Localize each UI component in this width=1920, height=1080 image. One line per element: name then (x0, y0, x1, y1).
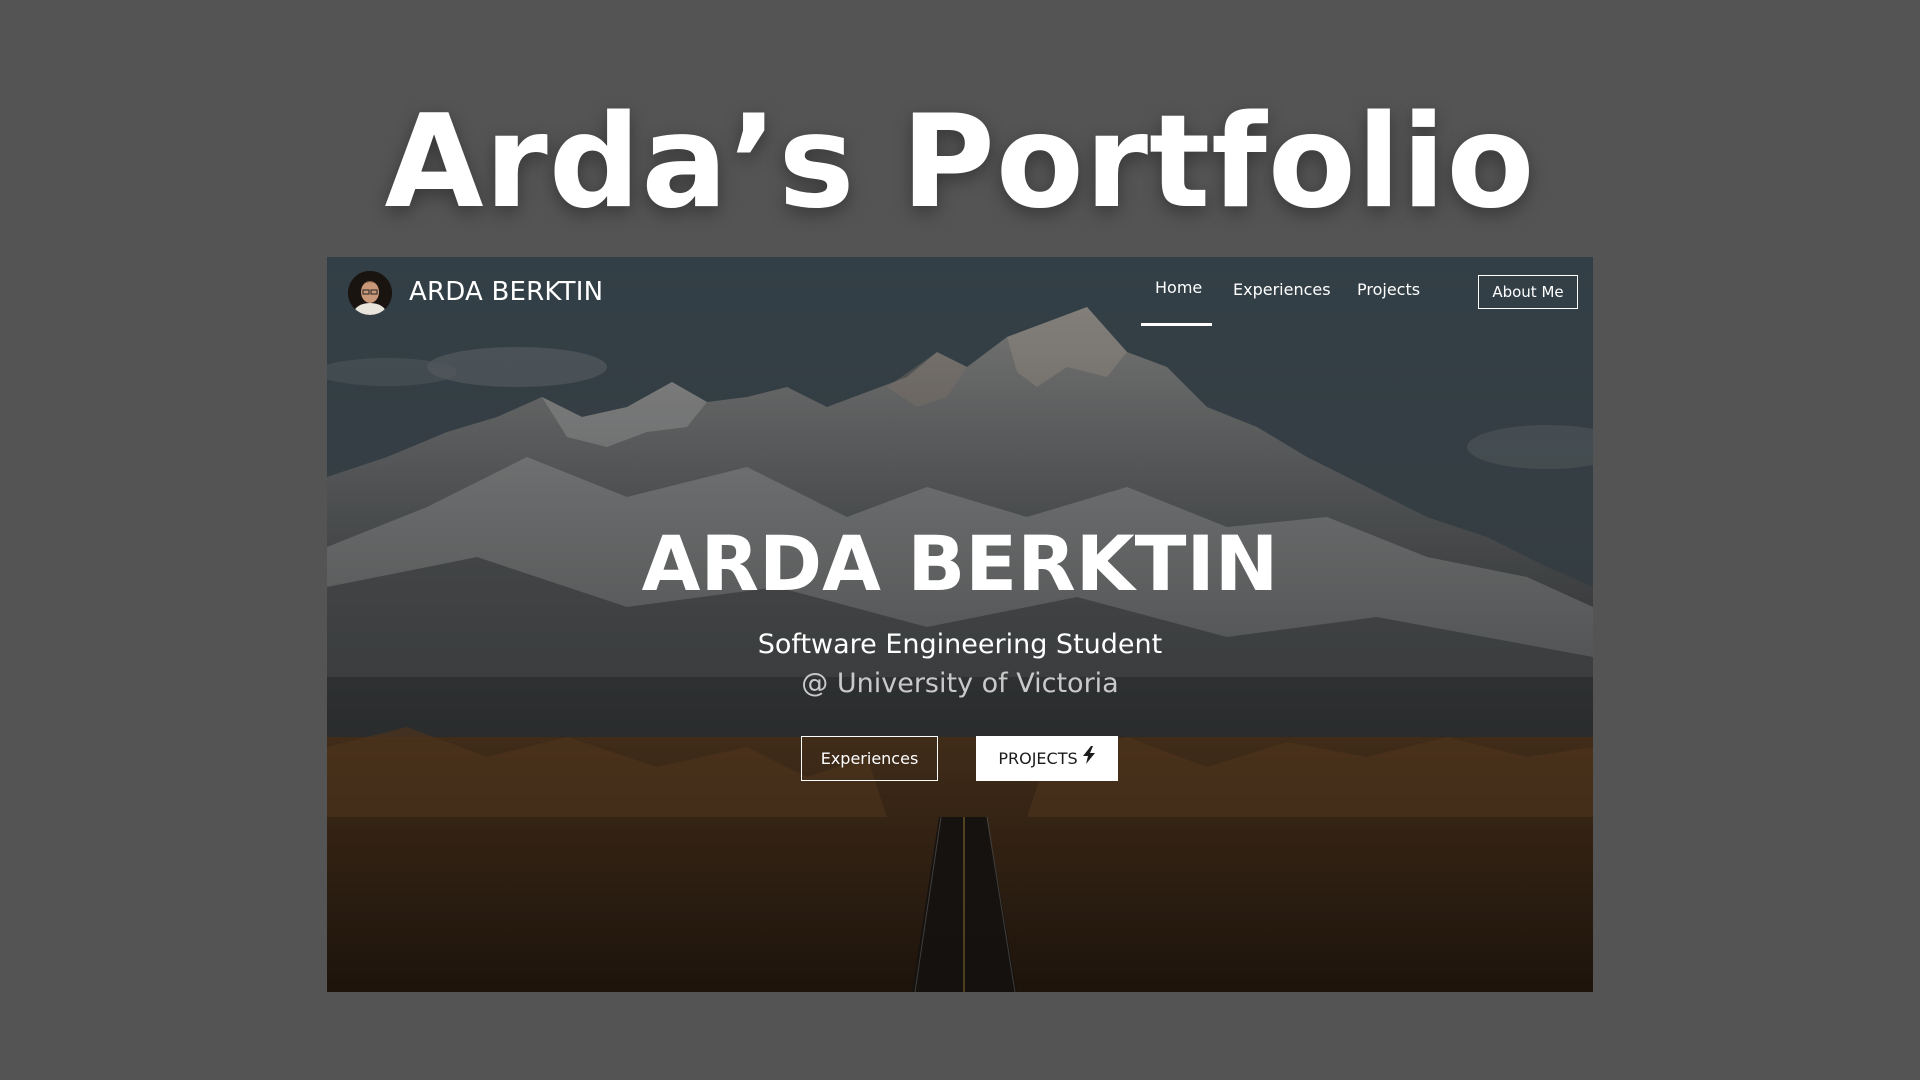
avatar[interactable] (348, 271, 392, 315)
website-screenshot: ARDA BERKTIN Home Experiences Projects A… (327, 257, 1593, 992)
hero-title: ARDA BERKTIN (641, 519, 1279, 608)
active-nav-indicator (1141, 323, 1212, 326)
nav-link-experiences[interactable]: Experiences (1233, 279, 1331, 301)
brand-name[interactable]: ARDA BERKTIN (409, 275, 603, 309)
projects-button[interactable]: PROJECTS (976, 736, 1118, 781)
about-me-button[interactable]: About Me (1478, 275, 1578, 309)
hero-subtitle: Software Engineering Student (757, 629, 1163, 660)
site-navbar: ARDA BERKTIN Home Experiences Projects A… (327, 257, 1593, 329)
lightning-bolt-icon (1082, 736, 1096, 781)
hero-school: @ University of Victoria (801, 668, 1119, 699)
profile-photo-icon (348, 271, 392, 315)
experiences-button[interactable]: Experiences (801, 736, 938, 781)
nav-link-projects[interactable]: Projects (1357, 279, 1420, 301)
projects-button-label: PROJECTS (998, 749, 1078, 768)
banner-title: Arda’s Portfolio (384, 88, 1536, 237)
nav-link-home[interactable]: Home (1155, 277, 1202, 299)
mountain-road-background-image (327, 257, 1593, 992)
